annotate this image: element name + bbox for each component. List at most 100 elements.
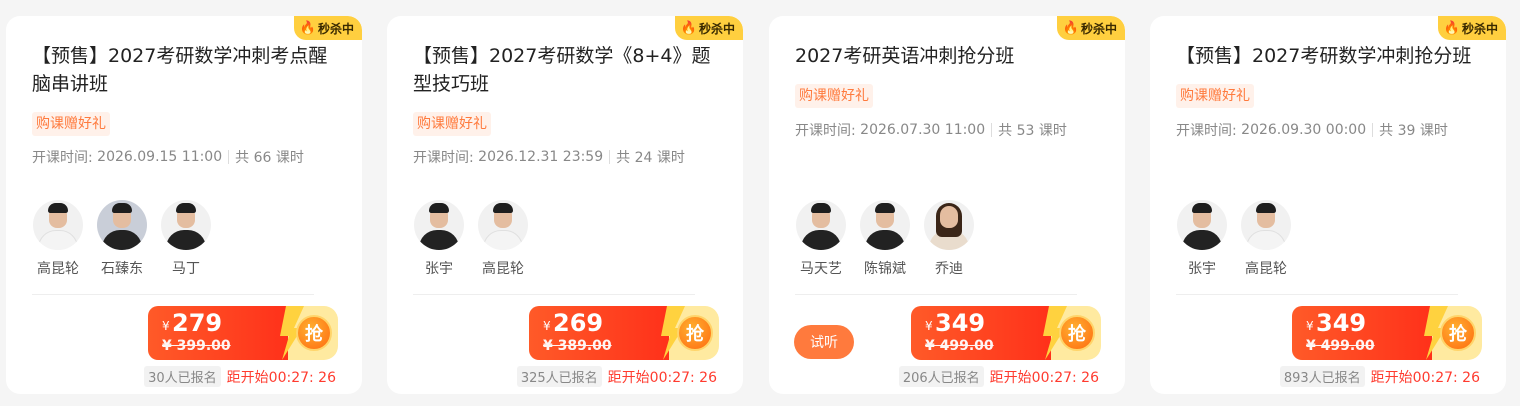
lesson-count: 共 66 课时 — [235, 150, 304, 166]
lesson-count: 共 39 课时 — [1379, 123, 1448, 139]
teacher[interactable]: 石臻东 — [96, 200, 148, 278]
original-price: ¥ 399.00 — [162, 338, 231, 354]
separator — [1372, 123, 1374, 137]
currency-symbol: ¥ — [1306, 319, 1314, 333]
sale-price: 269 — [553, 309, 604, 337]
separator — [609, 150, 611, 164]
start-time: 2026.09.15 11:00 — [97, 149, 223, 165]
flash-sale-label: 秒杀中 — [317, 21, 354, 36]
currency-symbol: ¥ — [925, 319, 933, 333]
course-time-row: 开课时间: 2026.12.31 23:59 共 24 课时 — [413, 147, 685, 167]
avatar — [796, 200, 846, 250]
grab-icon: 抢 — [296, 315, 332, 351]
divider — [32, 294, 314, 295]
avatar — [161, 200, 211, 250]
course-title[interactable]: 【预售】2027考研数学冲刺抢分班 — [1176, 42, 1482, 70]
teacher[interactable]: 陈锦斌 — [859, 200, 911, 278]
flame-icon: 🔥 — [1443, 20, 1460, 36]
flame-icon: 🔥 — [299, 20, 316, 36]
avatar — [478, 200, 528, 250]
flash-sale-label: 秒杀中 — [698, 21, 735, 36]
start-time: 2026.09.30 00:00 — [1241, 122, 1367, 138]
flash-sale-badge: 🔥 秒杀中 — [1437, 16, 1506, 40]
currency-symbol: ¥ — [543, 319, 551, 333]
course-card[interactable]: 🔥 秒杀中 【预售】2027考研数学《8+4》题型技巧班 购课赠好礼 开课时间:… — [387, 16, 743, 394]
buy-button[interactable]: ¥ 349 ¥ 499.00 抢 — [1292, 306, 1482, 360]
countdown: 距开始00:27: 26 — [1370, 369, 1480, 386]
grab-icon: 抢 — [1440, 315, 1476, 351]
enroll-info: 893人已报名 距开始00:27: 26 — [1279, 366, 1480, 387]
countdown: 距开始00:27: 26 — [607, 369, 717, 386]
teacher-name: 张宇 — [425, 261, 453, 277]
flash-sale-label: 秒杀中 — [1080, 21, 1117, 36]
course-card[interactable]: 🔥 秒杀中 【预售】2027考研数学冲刺考点醒脑串讲班 购课赠好礼 开课时间: … — [6, 16, 362, 394]
teacher[interactable]: 高昆轮 — [32, 200, 84, 278]
enrolled-count: 325人已报名 — [516, 366, 602, 387]
separator — [991, 123, 993, 137]
flash-sale-badge: 🔥 秒杀中 — [293, 16, 362, 40]
countdown: 距开始00:27: 26 — [226, 369, 336, 386]
enroll-info: 206人已报名 距开始00:27: 26 — [898, 366, 1099, 387]
teacher-list: 高昆轮 石臻东 马丁 — [32, 200, 212, 278]
teacher[interactable]: 张宇 — [1176, 200, 1228, 278]
course-card[interactable]: 🔥 秒杀中 2027考研英语冲刺抢分班 购课赠好礼 开课时间: 2026.07.… — [769, 16, 1125, 394]
teacher-name: 张宇 — [1188, 261, 1216, 277]
divider — [413, 294, 695, 295]
original-price: ¥ 389.00 — [543, 338, 612, 354]
buy-button[interactable]: ¥ 279 ¥ 399.00 抢 — [148, 306, 338, 360]
sale-price: 349 — [935, 309, 986, 337]
separator — [228, 150, 230, 164]
time-label: 开课时间: — [1176, 123, 1237, 139]
course-title[interactable]: 2027考研英语冲刺抢分班 — [795, 42, 1101, 70]
sale-price: 349 — [1316, 309, 1367, 337]
time-label: 开课时间: — [32, 150, 93, 166]
course-card[interactable]: 🔥 秒杀中 【预售】2027考研数学冲刺抢分班 购课赠好礼 开课时间: 2026… — [1150, 16, 1506, 394]
enrolled-count: 30人已报名 — [144, 366, 221, 387]
avatar — [860, 200, 910, 250]
gift-tag: 购课赠好礼 — [1176, 84, 1254, 108]
avatar — [1177, 200, 1227, 250]
course-title[interactable]: 【预售】2027考研数学《8+4》题型技巧班 — [413, 42, 719, 98]
buy-button[interactable]: ¥ 349 ¥ 499.00 抢 — [911, 306, 1101, 360]
flame-icon: 🔥 — [1062, 20, 1079, 36]
currency-symbol: ¥ — [162, 319, 170, 333]
start-time: 2026.12.31 23:59 — [478, 149, 604, 165]
teacher-name: 马天艺 — [800, 261, 842, 277]
enroll-info: 325人已报名 距开始00:27: 26 — [516, 366, 717, 387]
teacher-list: 张宇 高昆轮 — [1176, 200, 1292, 278]
gift-tag: 购课赠好礼 — [795, 84, 873, 108]
teacher-name: 马丁 — [172, 261, 200, 277]
course-time-row: 开课时间: 2026.07.30 11:00 共 53 课时 — [795, 120, 1067, 140]
teacher-name: 高昆轮 — [37, 261, 79, 277]
divider — [1176, 294, 1458, 295]
trial-button[interactable]: 试听 — [794, 325, 854, 359]
gift-tag: 购课赠好礼 — [413, 112, 491, 136]
time-label: 开课时间: — [413, 150, 474, 166]
original-price: ¥ 499.00 — [1306, 338, 1375, 354]
course-title[interactable]: 【预售】2027考研数学冲刺考点醒脑串讲班 — [32, 42, 338, 98]
flash-sale-badge: 🔥 秒杀中 — [674, 16, 743, 40]
original-price: ¥ 499.00 — [925, 338, 994, 354]
teacher-name: 石臻东 — [101, 261, 143, 277]
teacher[interactable]: 马天艺 — [795, 200, 847, 278]
teacher-name: 高昆轮 — [1245, 261, 1287, 277]
avatar — [33, 200, 83, 250]
enrolled-count: 206人已报名 — [898, 366, 984, 387]
flash-sale-badge: 🔥 秒杀中 — [1056, 16, 1125, 40]
flame-icon: 🔥 — [680, 20, 697, 36]
enroll-info: 30人已报名 距开始00:27: 26 — [144, 366, 336, 387]
teacher-list: 张宇 高昆轮 — [413, 200, 529, 278]
sale-price: 279 — [172, 309, 223, 337]
avatar — [924, 200, 974, 250]
teacher[interactable]: 高昆轮 — [477, 200, 529, 278]
buy-button[interactable]: ¥ 269 ¥ 389.00 抢 — [529, 306, 719, 360]
teacher[interactable]: 张宇 — [413, 200, 465, 278]
avatar — [1241, 200, 1291, 250]
teacher-name: 乔迪 — [935, 261, 963, 277]
teacher[interactable]: 马丁 — [160, 200, 212, 278]
avatar — [97, 200, 147, 250]
flash-sale-label: 秒杀中 — [1461, 21, 1498, 36]
teacher[interactable]: 高昆轮 — [1240, 200, 1292, 278]
course-time-row: 开课时间: 2026.09.30 00:00 共 39 课时 — [1176, 120, 1448, 140]
teacher[interactable]: 乔迪 — [923, 200, 975, 278]
